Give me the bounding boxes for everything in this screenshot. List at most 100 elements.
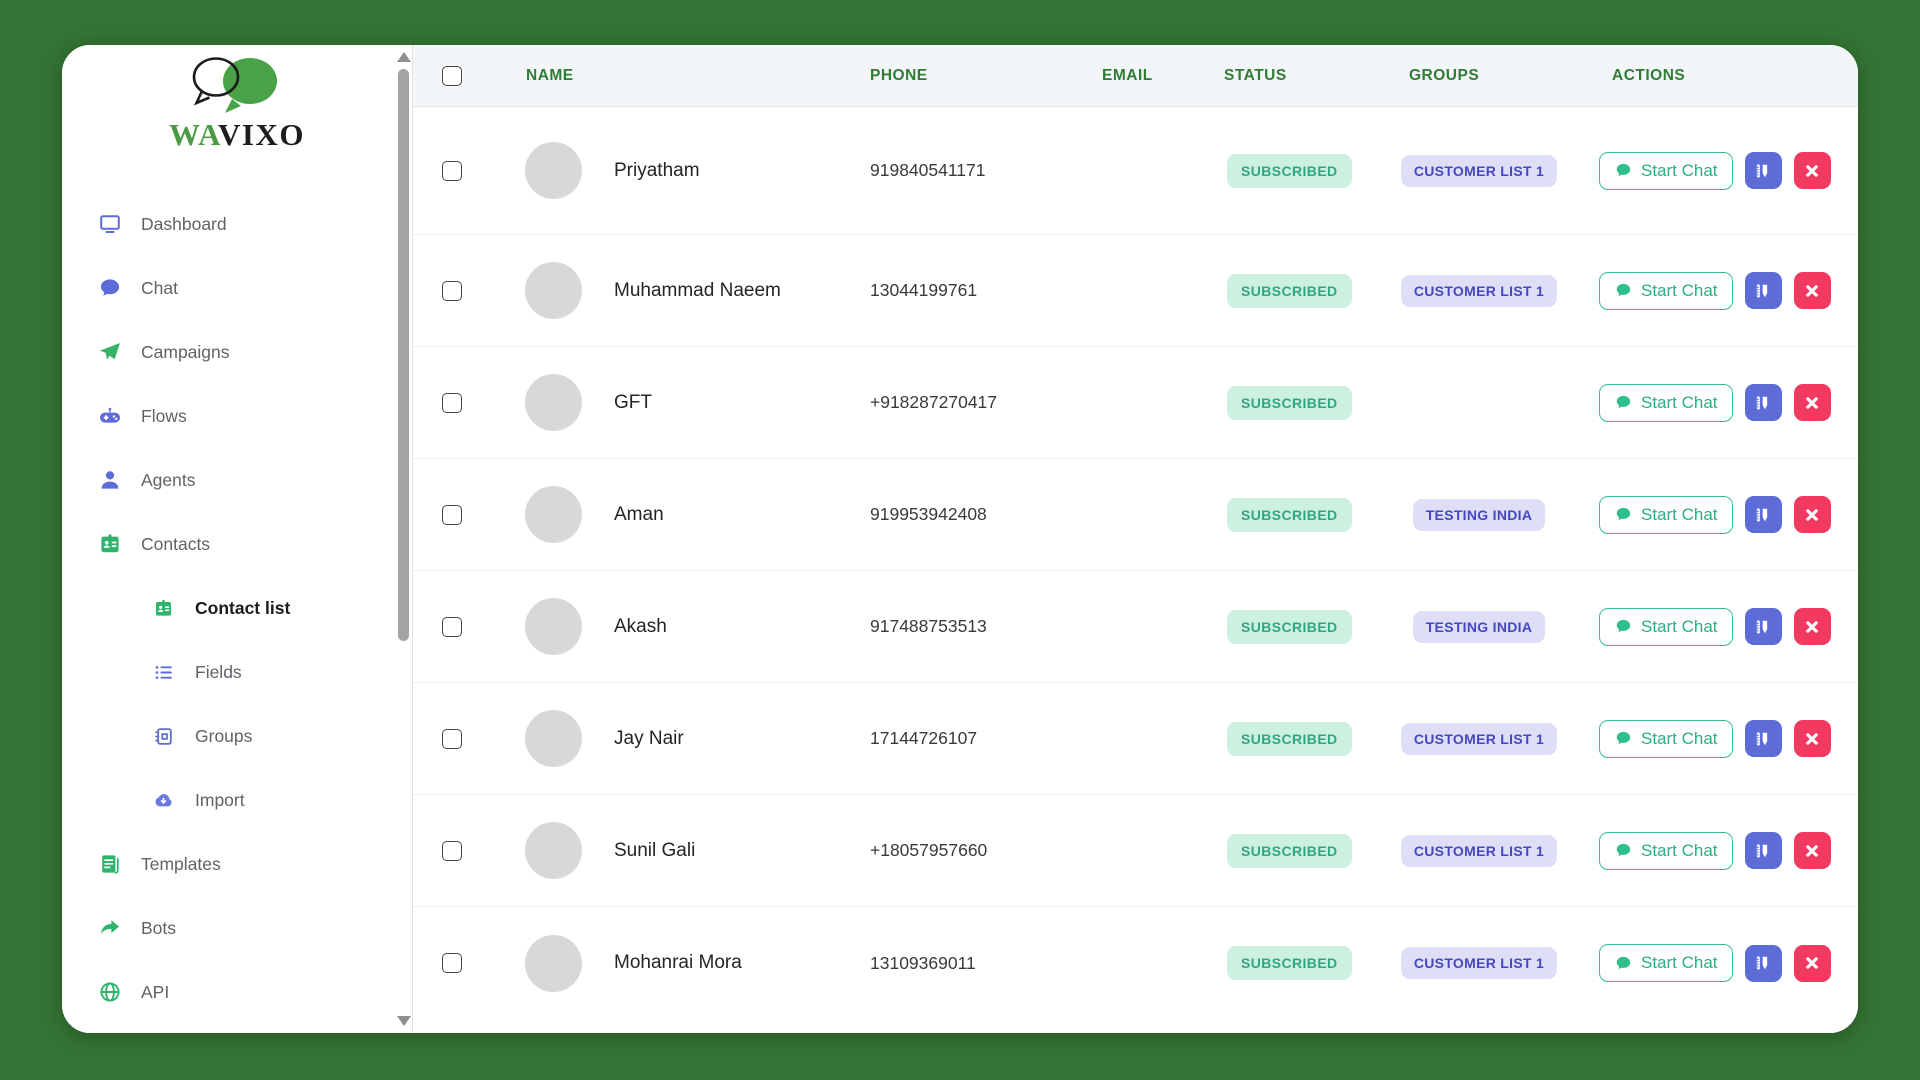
delete-button[interactable] <box>1794 496 1831 533</box>
paper-plane-icon <box>98 340 122 364</box>
sidebar-nav: Dashboard Chat Campaigns Flows <box>62 192 398 1024</box>
sidebar-item-label: Campaigns <box>141 342 230 363</box>
edit-button[interactable] <box>1745 720 1782 757</box>
delete-button[interactable] <box>1794 832 1831 869</box>
row-checkbox[interactable] <box>442 161 462 181</box>
id-badge-icon <box>151 596 175 620</box>
delete-x-icon <box>1802 393 1822 413</box>
chat-bubble-icon <box>1614 729 1633 748</box>
chat-bubble-icon <box>1614 393 1633 412</box>
sidebar-item-label: Groups <box>195 726 252 747</box>
edit-button[interactable] <box>1745 272 1782 309</box>
start-chat-button[interactable]: Start Chat <box>1599 496 1733 534</box>
delete-x-icon <box>1802 953 1822 973</box>
edit-icon <box>1753 281 1773 301</box>
group-badge: TESTING INDIA <box>1413 499 1546 531</box>
table-row: Mohanrai Mora 13109369011 SUBSCRIBED CUS… <box>413 907 1858 1019</box>
row-checkbox[interactable] <box>442 841 462 861</box>
sidebar-item-agents[interactable]: Agents <box>62 448 398 512</box>
sidebar-item-label: Contact list <box>195 598 290 619</box>
delete-button[interactable] <box>1794 272 1831 309</box>
sidebar-item-label: API <box>141 982 169 1003</box>
delete-button[interactable] <box>1794 945 1831 982</box>
forward-arrow-icon <box>98 916 122 940</box>
start-chat-button[interactable]: Start Chat <box>1599 608 1733 646</box>
logo-green-bubble <box>223 58 277 113</box>
edit-icon <box>1753 953 1773 973</box>
group-badge: CUSTOMER LIST 1 <box>1401 155 1557 187</box>
sidebar-item-import[interactable]: Import <box>62 768 398 832</box>
row-checkbox[interactable] <box>442 505 462 525</box>
group-badge: CUSTOMER LIST 1 <box>1401 947 1557 979</box>
delete-x-icon <box>1802 281 1822 301</box>
sidebar-item-groups[interactable]: Groups <box>62 704 398 768</box>
contact-name: Aman <box>614 504 664 526</box>
contact-name: Mohanrai Mora <box>614 952 742 974</box>
delete-button[interactable] <box>1794 384 1831 421</box>
sidebar-item-fields[interactable]: Fields <box>62 640 398 704</box>
start-chat-label: Start Chat <box>1641 505 1718 525</box>
row-checkbox[interactable] <box>442 953 462 973</box>
table-row: Aman 919953942408 SUBSCRIBED TESTING IND… <box>413 459 1858 571</box>
row-checkbox[interactable] <box>442 281 462 301</box>
sidebar-scrollbar[interactable] <box>396 45 412 1033</box>
chat-bubble-icon <box>1614 161 1633 180</box>
sidebar-item-campaigns[interactable]: Campaigns <box>62 320 398 384</box>
edit-icon <box>1753 393 1773 413</box>
edit-icon <box>1753 161 1773 181</box>
edit-button[interactable] <box>1745 608 1782 645</box>
delete-x-icon <box>1802 505 1822 525</box>
select-all-checkbox[interactable] <box>442 66 462 86</box>
sidebar-item-templates[interactable]: Templates <box>62 832 398 896</box>
sidebar-item-contact-list[interactable]: Contact list <box>62 576 398 640</box>
sidebar-item-label: Agents <box>141 470 195 491</box>
group-badge: CUSTOMER LIST 1 <box>1401 835 1557 867</box>
start-chat-button[interactable]: Start Chat <box>1599 152 1733 190</box>
contact-phone: 919840541171 <box>858 160 1090 181</box>
sidebar-item-chat[interactable]: Chat <box>62 256 398 320</box>
scroll-down-icon[interactable] <box>397 1016 411 1026</box>
column-header-groups: GROUPS <box>1397 67 1583 85</box>
start-chat-label: Start Chat <box>1641 161 1718 181</box>
sidebar-item-api[interactable]: API <box>62 960 398 1024</box>
start-chat-label: Start Chat <box>1641 393 1718 413</box>
contact-phone: 13044199761 <box>858 280 1090 301</box>
edit-button[interactable] <box>1745 152 1782 189</box>
start-chat-button[interactable]: Start Chat <box>1599 272 1733 310</box>
start-chat-button[interactable]: Start Chat <box>1599 720 1733 758</box>
contact-name: Akash <box>614 616 667 638</box>
status-badge: SUBSCRIBED <box>1227 610 1352 644</box>
start-chat-label: Start Chat <box>1641 281 1718 301</box>
avatar <box>525 822 582 879</box>
delete-button[interactable] <box>1794 152 1831 189</box>
start-chat-button[interactable]: Start Chat <box>1599 944 1733 982</box>
sidebar-item-flows[interactable]: Flows <box>62 384 398 448</box>
delete-x-icon <box>1802 841 1822 861</box>
edit-icon <box>1753 505 1773 525</box>
status-badge: SUBSCRIBED <box>1227 722 1352 756</box>
edit-button[interactable] <box>1745 832 1782 869</box>
scrollbar-thumb[interactable] <box>398 69 409 641</box>
status-badge: SUBSCRIBED <box>1227 946 1352 980</box>
delete-button[interactable] <box>1794 608 1831 645</box>
edit-button[interactable] <box>1745 945 1782 982</box>
delete-button[interactable] <box>1794 720 1831 757</box>
contact-phone: 919953942408 <box>858 504 1090 525</box>
sidebar-item-bots[interactable]: Bots <box>62 896 398 960</box>
row-checkbox[interactable] <box>442 729 462 749</box>
edit-button[interactable] <box>1745 384 1782 421</box>
delete-x-icon <box>1802 617 1822 637</box>
contact-phone: 17144726107 <box>858 728 1090 749</box>
sidebar-item-dashboard[interactable]: Dashboard <box>62 192 398 256</box>
start-chat-button[interactable]: Start Chat <box>1599 832 1733 870</box>
scroll-up-icon[interactable] <box>397 52 411 62</box>
row-checkbox[interactable] <box>442 393 462 413</box>
delete-x-icon <box>1802 729 1822 749</box>
wavixo-logo-icon: WAVIXO <box>142 49 332 153</box>
sidebar-item-label: Contacts <box>141 534 210 555</box>
edit-button[interactable] <box>1745 496 1782 533</box>
sidebar-item-contacts[interactable]: Contacts <box>62 512 398 576</box>
row-checkbox[interactable] <box>442 617 462 637</box>
cloud-download-icon <box>151 788 175 812</box>
start-chat-button[interactable]: Start Chat <box>1599 384 1733 422</box>
